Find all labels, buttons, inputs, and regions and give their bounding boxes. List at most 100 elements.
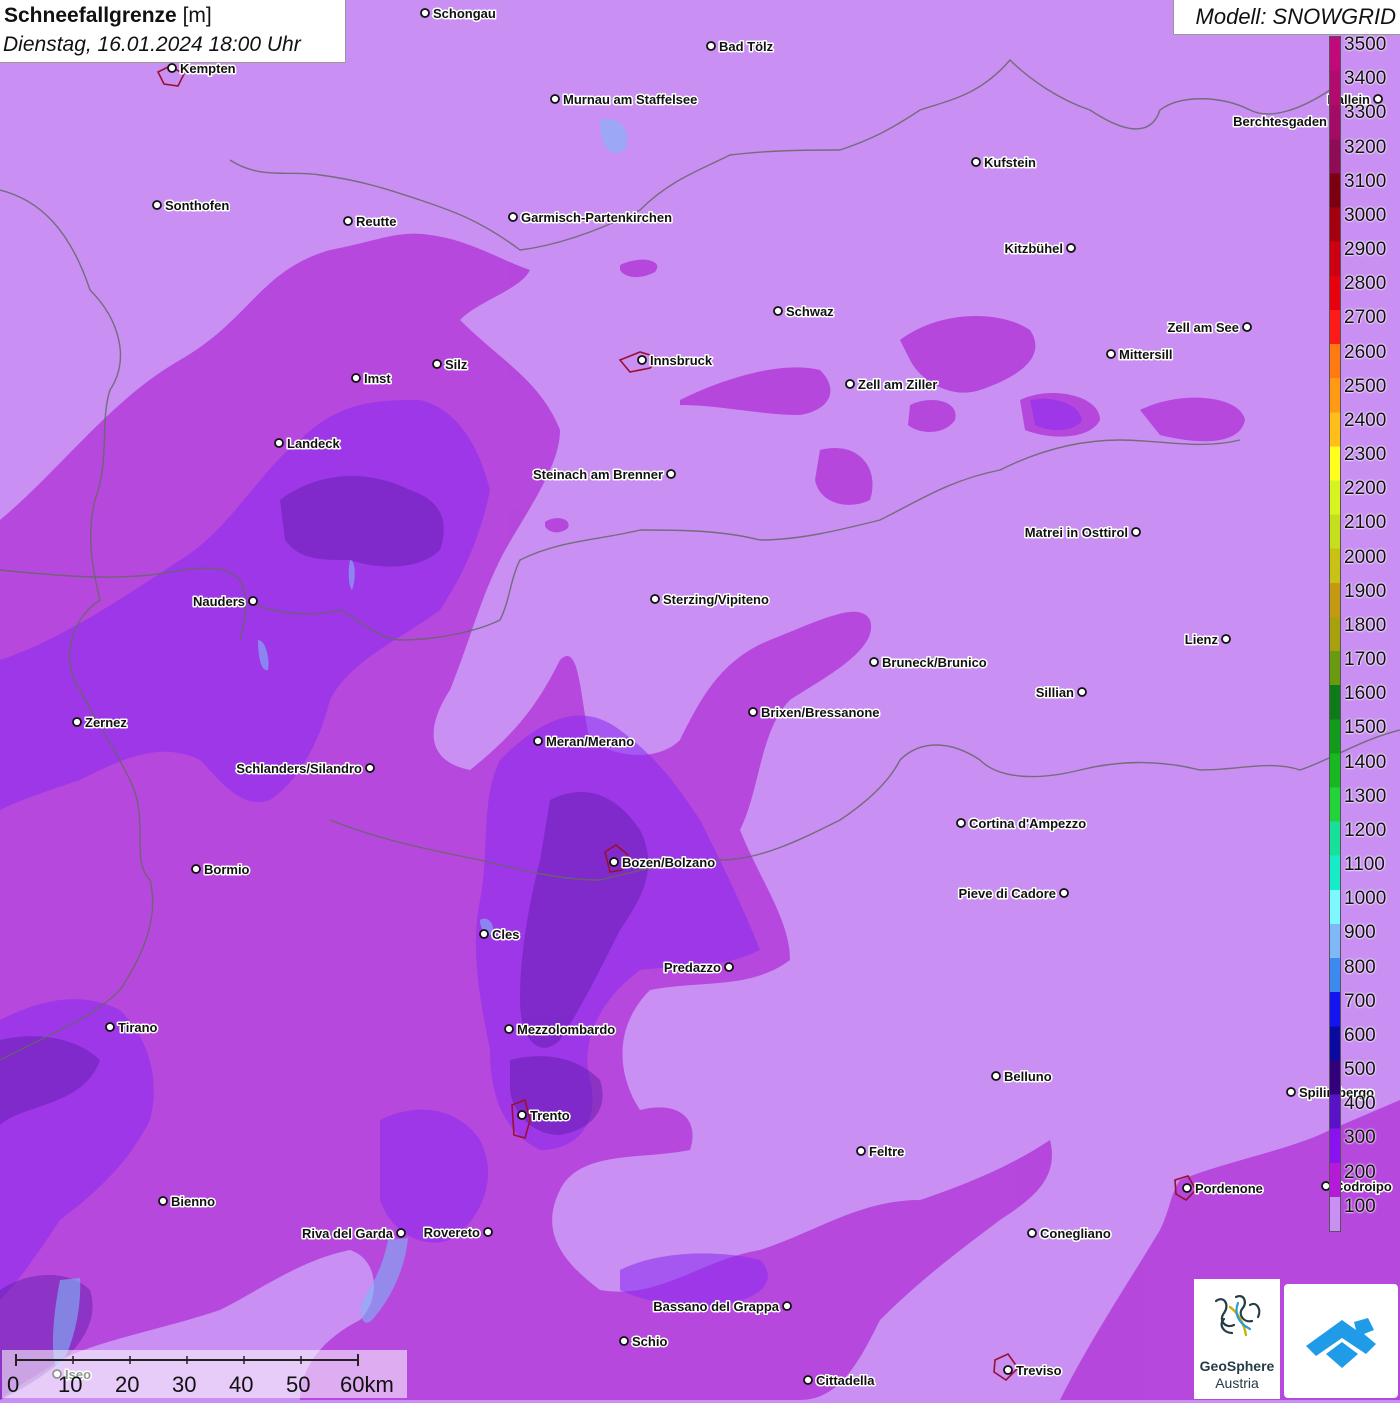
city-dot [724,962,734,972]
legend-label-1400: 1400 [1344,751,1387,773]
city-label: Schlanders/Silandro [236,761,362,776]
city-dot [609,857,619,867]
scale-label-10: 10 [58,1372,83,1397]
legend-label-1200: 1200 [1344,819,1387,841]
city-dot [167,63,177,73]
city-dot [432,359,442,369]
legend-label-3200: 3200 [1344,136,1387,158]
city-marker: Riva del Garda [300,1225,406,1243]
city-label: Murnau am Staffelsee [563,92,697,107]
legend-label-200: 200 [1344,1161,1376,1183]
city-label: Innsbruck [650,353,713,368]
city-marker: Innsbruck [637,352,714,370]
city-label: Bad Tölz [719,39,774,54]
city-marker: Bassano del Grappa [652,1298,792,1316]
city-label: Pieve di Cadore [958,886,1056,901]
city-marker: Bozen/Bolzano [609,854,717,872]
city-dot [533,736,543,746]
city-dot [351,373,361,383]
city-dot [1242,322,1252,332]
city-label: Imst [364,371,391,386]
city-label: Nauders [193,594,245,609]
city-label: Mezzolombardo [517,1022,615,1037]
city-marker: Brixen/Bressanone [748,704,881,722]
model-panel: Modell: SNOWGRID [1173,0,1400,35]
city-dot [748,707,758,717]
city-dot [105,1022,115,1032]
city-dot [152,200,162,210]
city-marker: Cortina d'Ampezzo [956,815,1088,833]
city-label: Pordenone [1195,1181,1263,1196]
city-dot [637,355,647,365]
legend-label-1000: 1000 [1344,888,1387,910]
city-label: Sillian [1036,685,1074,700]
city-label: Rovereto [424,1225,480,1240]
city-dot [1059,888,1069,898]
legend-label-1700: 1700 [1344,649,1387,671]
city-label: Steinach am Brenner [533,467,663,482]
city-marker: Sterzing/Vipiteno [650,591,770,609]
legend-label-900: 900 [1344,922,1376,944]
city-label: Predazzo [664,960,721,975]
city-label: Kufstein [984,155,1036,170]
legend-label-2600: 2600 [1344,341,1387,363]
legend-label-2700: 2700 [1344,307,1387,329]
city-dot [1066,243,1076,253]
legend-label-100: 100 [1344,1195,1376,1217]
city-dot [845,379,855,389]
city-label: Garmisch-Partenkirchen [521,210,672,225]
geosphere-country: Austria [1215,1375,1259,1391]
legend-label-3300: 3300 [1344,102,1387,124]
legend-label-1500: 1500 [1344,717,1387,739]
city-dot [1027,1228,1037,1238]
city-label: Conegliano [1040,1226,1111,1241]
legend-label-600: 600 [1344,1024,1376,1046]
city-label: Kempten [180,61,236,76]
city-dot [666,469,676,479]
city-marker: Conegliano [1027,1225,1112,1243]
city-label: Cles [492,927,519,942]
city-label: Schio [632,1334,667,1349]
city-dot [650,594,660,604]
legend-color-bar [1329,36,1341,1232]
legend-label-1900: 1900 [1344,580,1387,602]
legend-label-700: 700 [1344,990,1376,1012]
legend-label-1100: 1100 [1344,854,1385,876]
city-dot [274,438,284,448]
city-label: Zell am Ziller [858,377,937,392]
city-dot [773,306,783,316]
scale-label-0: 0 [7,1372,20,1397]
scale-label-30: 30 [172,1372,197,1397]
city-dot [158,1196,168,1206]
app-logo [1284,1284,1398,1398]
city-label: Matrei in Osttirol [1025,525,1128,540]
city-dot [550,94,560,104]
city-dot [1003,1365,1013,1375]
legend-label-2100: 2100 [1344,512,1387,534]
legend-label-3000: 3000 [1344,204,1387,226]
legend-label-1600: 1600 [1344,683,1387,705]
city-marker: Murnau am Staffelsee [550,91,699,109]
city-marker: Steinach am Brenner [531,466,676,484]
legend-label-2300: 2300 [1344,444,1387,466]
map-title: Schneefallgrenze [m] [4,4,212,28]
city-dot [1077,687,1087,697]
city-dot [508,212,518,222]
legend-label-2000: 2000 [1344,546,1387,568]
city-label: Zell am See [1167,320,1239,335]
city-label: Treviso [1016,1363,1062,1378]
geosphere-name: GeoSphere [1199,1358,1275,1374]
city-label: Riva del Garda [302,1226,394,1241]
city-dot [1286,1087,1296,1097]
city-marker: Zell am Ziller [845,376,939,394]
app-logo-icon [1306,1318,1376,1368]
city-dot [1221,634,1231,644]
legend-label-1800: 1800 [1344,614,1387,636]
legend-label-400: 400 [1344,1093,1376,1115]
variable-unit: [m] [182,4,212,27]
geosphere-logo: GeoSphere Austria [1194,1279,1280,1399]
legend-label-3400: 3400 [1344,68,1387,90]
city-label: Brixen/Bressanone [761,705,880,720]
city-dot [191,864,201,874]
city-marker: Zell am See [1166,319,1252,337]
